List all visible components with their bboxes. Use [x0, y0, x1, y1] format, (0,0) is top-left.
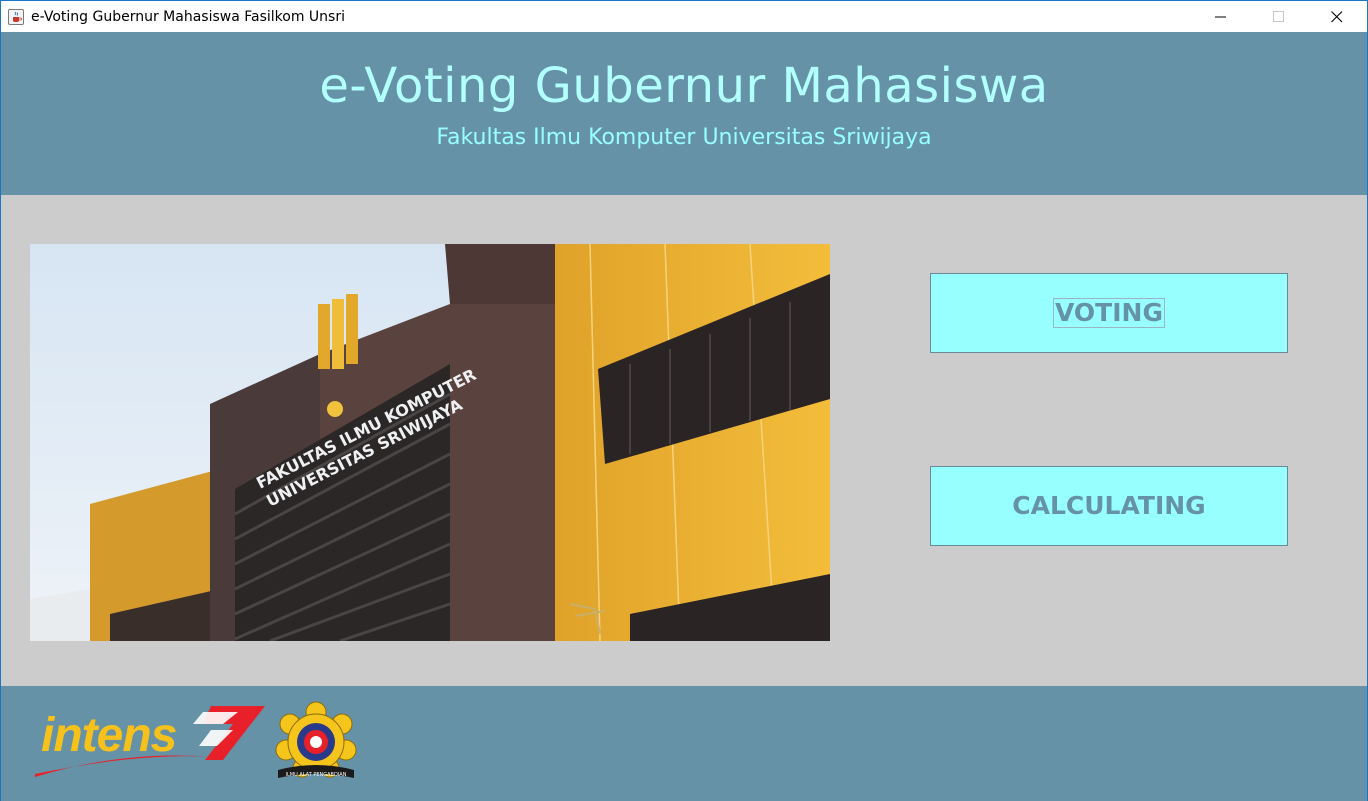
calculating-button[interactable]: CALCULATING	[930, 466, 1288, 546]
page-subtitle: Fakultas Ilmu Komputer Universitas Sriwi…	[436, 125, 932, 150]
unsri-logo-ribbon: ILMU ALAT PENGABDIAN	[286, 772, 347, 778]
footer-banner: intens ILMU ALAT PENGABDIAN	[1, 686, 1367, 801]
voting-button-label: VOTING	[1053, 298, 1165, 328]
header-banner: e-Voting Gubernur Mahasiswa Fakultas Ilm…	[1, 32, 1367, 195]
voting-button[interactable]: VOTING	[930, 273, 1288, 353]
faculty-building-photo: FAKULTAS ILMU KOMPUTER UNIVERSITAS SRIWI…	[30, 244, 830, 641]
maximize-icon	[1273, 11, 1284, 22]
intens-logo-text: intens	[41, 709, 177, 762]
minimize-button[interactable]	[1198, 1, 1244, 32]
close-button[interactable]	[1314, 1, 1360, 32]
minimize-icon	[1215, 16, 1226, 18]
main-panel: FAKULTAS ILMU KOMPUTER UNIVERSITAS SRIWI…	[1, 195, 1367, 686]
window-title: e-Voting Gubernur Mahasiswa Fasilkom Uns…	[31, 9, 345, 25]
unsri-logo: ILMU ALAT PENGABDIAN	[270, 700, 362, 782]
page-title: e-Voting Gubernur Mahasiswa	[319, 58, 1049, 114]
java-cup-icon[interactable]	[8, 9, 24, 25]
maximize-button[interactable]	[1256, 1, 1302, 32]
title-bar[interactable]: e-Voting Gubernur Mahasiswa Fasilkom Uns…	[1, 1, 1367, 32]
app-window: e-Voting Gubernur Mahasiswa Fasilkom Uns…	[0, 0, 1368, 801]
intens-logo: intens	[33, 702, 268, 782]
calculating-button-label: CALCULATING	[1012, 491, 1206, 520]
close-icon	[1331, 11, 1343, 23]
